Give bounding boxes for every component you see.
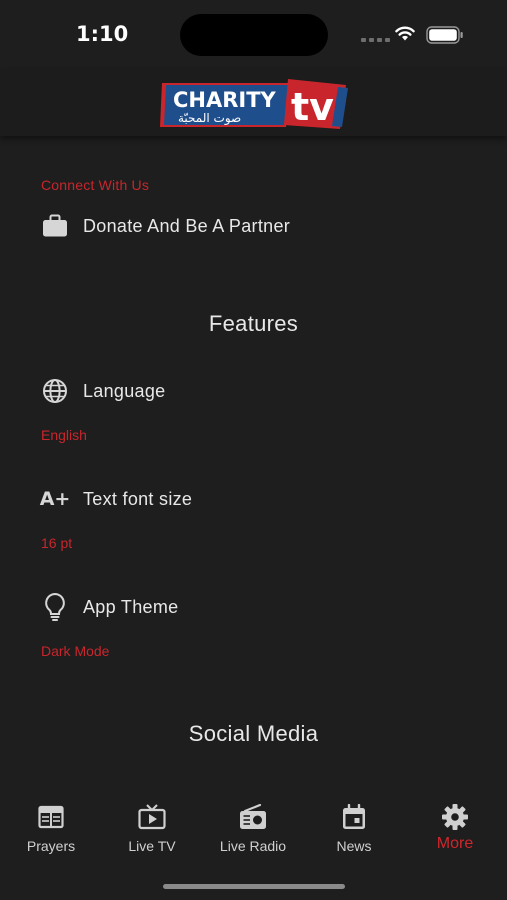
dynamic-island (180, 14, 328, 56)
gear-icon (405, 802, 505, 832)
font-size-value[interactable]: 16 pt (41, 535, 72, 551)
tab-label: Live Radio (219, 838, 287, 854)
lightbulb-icon (40, 592, 70, 622)
tab-label: Prayers (26, 838, 76, 854)
radio-icon (203, 802, 303, 832)
font-size-label: Text font size (83, 488, 193, 509)
connect-section-label: Connect With Us (41, 177, 150, 193)
social-media-heading: Social Media (188, 721, 319, 746)
prayers-icon (1, 802, 101, 832)
donate-label: Donate And Be A Partner (83, 215, 291, 236)
text-size-icon: A+ (39, 488, 71, 510)
app-theme-row[interactable]: App Theme (40, 591, 178, 623)
wifi-icon (395, 26, 415, 41)
language-row[interactable]: Language (40, 375, 166, 407)
language-label: Language (83, 380, 166, 401)
svg-text:صوت المحبّة: صوت المحبّة (178, 111, 241, 126)
donate-row[interactable]: Donate And Be A Partner (40, 210, 290, 242)
globe-icon (40, 376, 70, 406)
status-bar: 1:10 (0, 0, 507, 70)
status-time: 1:10 (76, 22, 129, 46)
tab-live-radio[interactable]: Live Radio (203, 802, 303, 862)
signal-icon (361, 38, 390, 42)
font-size-row[interactable]: A+ Text font size (40, 483, 192, 515)
tab-news[interactable]: News (304, 802, 404, 862)
app-header: CHARITY صوت المحبّة tv (0, 70, 507, 136)
tab-live-tv[interactable]: Live TV (102, 802, 202, 862)
svg-text:CHARITY: CHARITY (173, 88, 277, 112)
tab-label: News (336, 838, 372, 854)
briefcase-icon (40, 211, 70, 241)
home-indicator[interactable] (163, 884, 345, 889)
battery-icon (426, 26, 463, 44)
svg-text:tv: tv (291, 85, 334, 129)
charity-tv-logo: CHARITY صوت المحبّة tv (160, 79, 348, 129)
tab-more[interactable]: More (405, 802, 505, 862)
app-theme-label: App Theme (83, 596, 179, 617)
features-heading: Features (208, 311, 299, 336)
tab-label: Live TV (128, 838, 176, 854)
tab-prayers[interactable]: Prayers (1, 802, 101, 862)
tab-label: More (436, 835, 474, 852)
app-theme-value[interactable]: Dark Mode (41, 643, 109, 659)
language-value[interactable]: English (41, 427, 87, 443)
calendar-icon (304, 802, 404, 832)
tv-icon (102, 802, 202, 832)
more-settings-list: Connect With Us Donate And Be A Partner … (0, 140, 507, 780)
